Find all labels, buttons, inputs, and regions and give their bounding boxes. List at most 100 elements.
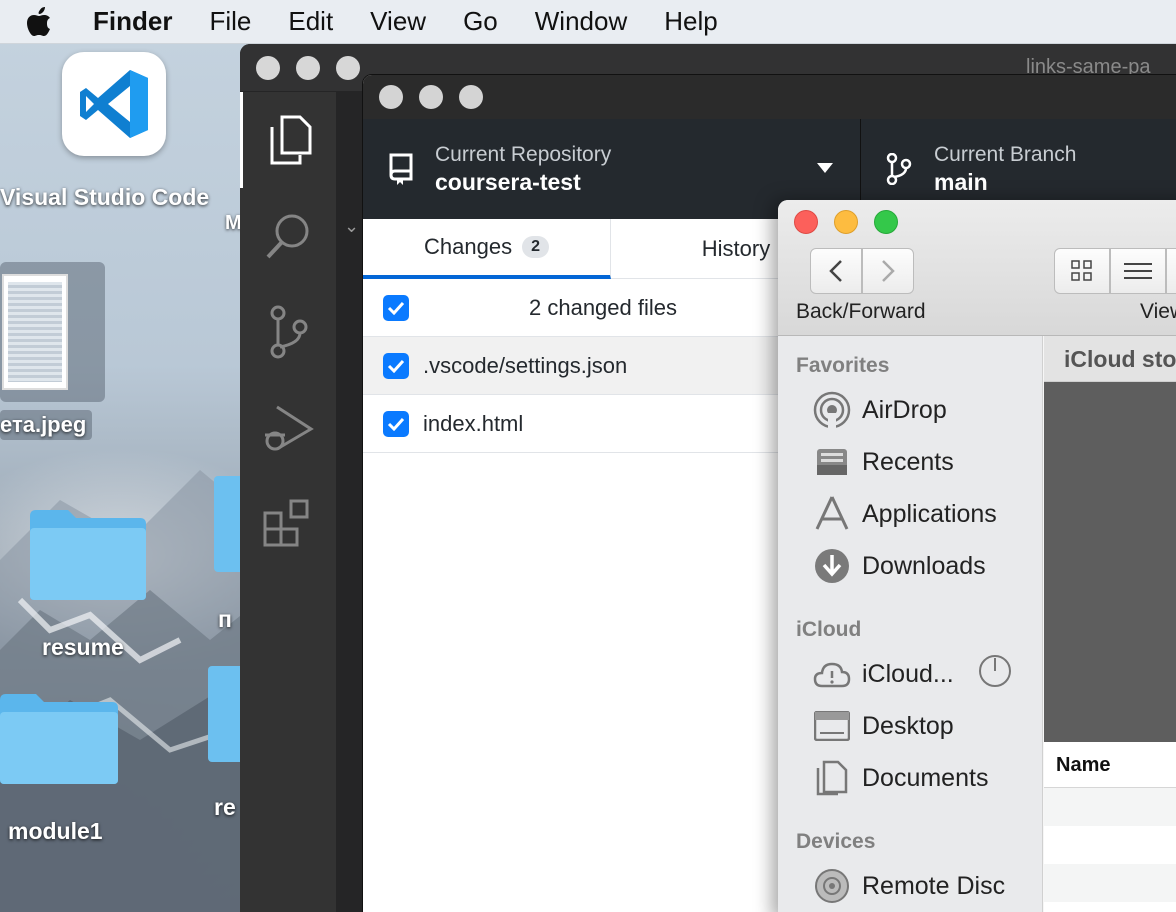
list-row[interactable] xyxy=(1044,788,1176,826)
preview-area xyxy=(1044,382,1176,742)
sidebar-item-label: Downloads xyxy=(862,551,986,580)
folder-label: resume xyxy=(42,634,124,660)
icon-view-button[interactable] xyxy=(1054,248,1110,294)
checkmark-icon xyxy=(387,301,405,315)
chevron-right-icon xyxy=(882,260,895,282)
vscode-app-label: Visual Studio Code xyxy=(0,184,210,210)
progress-pie-icon xyxy=(978,654,1012,695)
zoom-button[interactable] xyxy=(459,85,483,109)
file-checkbox[interactable] xyxy=(383,410,409,437)
image-file-label-bg: ета.jpeg xyxy=(0,410,93,440)
minimize-button[interactable] xyxy=(834,210,858,234)
minimize-button[interactable] xyxy=(296,56,320,80)
sidebar-item-label: Remote Disc xyxy=(862,871,1006,900)
file-name: .vscode/settings.json xyxy=(423,352,628,378)
sidebar-item-documents[interactable]: Documents xyxy=(812,756,988,800)
back-forward-label: Back/Forward xyxy=(796,300,926,323)
zoom-button[interactable] xyxy=(874,210,898,234)
explorer-icon[interactable] xyxy=(240,92,336,188)
sidebar-item-label: Documents xyxy=(862,763,989,792)
image-thumbnail xyxy=(2,274,68,390)
icloud-heading: iCloud xyxy=(796,618,862,641)
folder-icon[interactable] xyxy=(0,690,120,786)
source-control-icon[interactable] xyxy=(240,284,336,380)
sidebar-item-label: Desktop xyxy=(862,711,954,740)
sidebar-item-label: iCloud... xyxy=(862,659,954,688)
caret-down-icon xyxy=(817,163,833,173)
chevron-down-icon[interactable]: ⌄ xyxy=(344,216,359,237)
folder-icon[interactable] xyxy=(208,666,244,762)
menu-go[interactable]: Go xyxy=(463,6,498,37)
vscode-sidebar: ⌄ xyxy=(336,92,362,912)
list-row[interactable] xyxy=(1044,864,1176,902)
path-title: iCloud sto xyxy=(1064,346,1176,372)
desktop-icon xyxy=(812,706,852,746)
repo-sub-label: Current Repository xyxy=(435,143,612,166)
finder-toolbar: Back/Forward View xyxy=(778,200,1176,336)
menu-window[interactable]: Window xyxy=(535,6,627,37)
image-file-selection[interactable] xyxy=(0,262,105,402)
repo-icon xyxy=(389,153,413,185)
grid-icon xyxy=(1071,260,1092,281)
name-column-header: Name xyxy=(1056,754,1111,776)
branch-sub-label: Current Branch xyxy=(934,143,1077,166)
list-row[interactable] xyxy=(1044,902,1176,912)
folder-icon[interactable] xyxy=(28,506,148,602)
folder-label-partial: re xyxy=(214,794,236,820)
vscode-app-icon[interactable] xyxy=(62,52,166,156)
sidebar-item-remote-disc[interactable]: Remote Disc xyxy=(812,864,1005,908)
sidebar-item-icloud-drive[interactable]: iCloud... xyxy=(812,652,1012,696)
close-button[interactable] xyxy=(379,85,403,109)
menu-edit[interactable]: Edit xyxy=(288,6,333,37)
changes-count-badge: 2 xyxy=(522,236,549,258)
branch-icon xyxy=(886,153,912,185)
sidebar-item-recents[interactable]: Recents xyxy=(812,440,954,484)
branch-name: main xyxy=(934,169,988,195)
close-button[interactable] xyxy=(256,56,280,80)
sidebar-item-downloads[interactable]: Downloads xyxy=(812,544,986,588)
run-debug-icon[interactable] xyxy=(240,380,336,476)
image-file-label: ета.jpeg xyxy=(0,412,87,437)
zoom-button[interactable] xyxy=(336,56,360,80)
menu-help[interactable]: Help xyxy=(664,6,717,37)
select-all-checkbox[interactable] xyxy=(383,294,409,321)
changed-files-count: 2 changed files xyxy=(529,294,677,320)
checkmark-icon xyxy=(387,359,405,373)
search-icon[interactable] xyxy=(240,188,336,284)
menu-view[interactable]: View xyxy=(370,6,426,37)
close-button[interactable] xyxy=(794,210,818,234)
finder-sidebar: Favorites AirDrop Recents Applications D… xyxy=(778,336,1043,912)
minimize-button[interactable] xyxy=(419,85,443,109)
downloads-icon xyxy=(812,546,852,586)
applications-icon xyxy=(812,494,852,534)
menu-app-name[interactable]: Finder xyxy=(93,6,172,37)
list-icon xyxy=(1124,263,1152,279)
column-header[interactable]: Name xyxy=(1044,742,1176,788)
apple-menu-icon[interactable] xyxy=(0,6,78,37)
view-label: View xyxy=(1140,300,1176,323)
folder-label-partial: п xyxy=(218,606,232,632)
tab-changes[interactable]: Changes 2 xyxy=(363,219,611,279)
activity-bar xyxy=(240,92,336,912)
forward-button[interactable] xyxy=(862,248,914,294)
sidebar-item-label: AirDrop xyxy=(862,395,947,424)
menu-file[interactable]: File xyxy=(209,6,251,37)
chevron-left-icon xyxy=(829,260,842,282)
column-view-button[interactable] xyxy=(1166,248,1176,294)
airdrop-icon xyxy=(812,390,852,430)
list-view-button[interactable] xyxy=(1110,248,1166,294)
file-checkbox[interactable] xyxy=(383,352,409,379)
extensions-icon[interactable] xyxy=(240,476,336,572)
sidebar-item-label: Recents xyxy=(862,447,954,476)
back-button[interactable] xyxy=(810,248,862,294)
tab-history-label: History xyxy=(701,236,771,261)
menu-bar: Finder File Edit View Go Window Help xyxy=(0,0,1176,44)
sidebar-item-applications[interactable]: Applications xyxy=(812,492,997,536)
documents-icon xyxy=(812,758,852,798)
repo-name: coursera-test xyxy=(435,169,581,195)
favorites-heading: Favorites xyxy=(796,354,890,377)
sidebar-item-airdrop[interactable]: AirDrop xyxy=(812,388,947,432)
list-row[interactable] xyxy=(1044,826,1176,864)
sidebar-item-desktop[interactable]: Desktop xyxy=(812,704,954,748)
tab-changes-label: Changes xyxy=(424,234,513,259)
